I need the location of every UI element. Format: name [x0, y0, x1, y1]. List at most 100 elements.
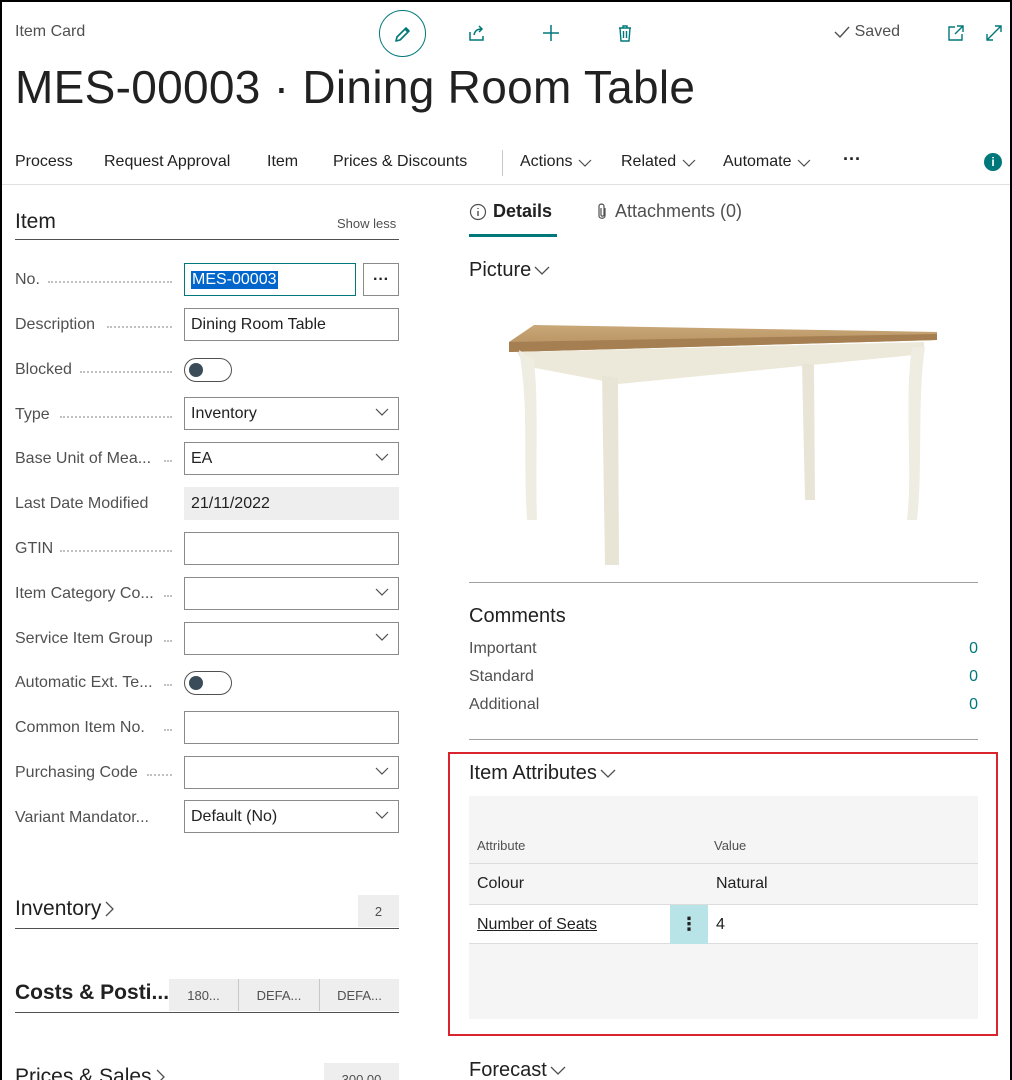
fasttab-costs-value-3: DEFA...	[319, 979, 399, 1011]
share-icon	[469, 25, 484, 41]
field-leader	[164, 640, 172, 642]
action-prices-discounts[interactable]: Prices & Discounts	[333, 153, 467, 171]
fasttab-costs-title[interactable]: Costs & Posti...	[15, 981, 169, 1005]
action-automate-menu[interactable]: Automate	[723, 153, 811, 171]
new-button[interactable]	[539, 21, 563, 45]
tab-details[interactable]: Details	[469, 201, 552, 222]
item-section-divider	[15, 239, 399, 240]
field-leader	[107, 326, 172, 328]
variant-mandatory-select[interactable]: Default (No)	[184, 800, 399, 833]
fasttab-inventory-value: 2	[358, 895, 399, 927]
field-label-purchasing-code: Purchasing Code	[15, 764, 138, 781]
comments-section-title[interactable]: Comments	[469, 605, 566, 628]
field-leader	[164, 460, 172, 462]
paperclip-icon	[598, 203, 606, 219]
field-label-service-group: Service Item Group	[15, 630, 153, 647]
more-options-icon[interactable]: ···	[843, 149, 861, 170]
delete-button[interactable]	[613, 21, 637, 45]
action-process[interactable]: Process	[15, 153, 73, 171]
chevron-down-icon	[375, 633, 389, 641]
share-button[interactable]	[465, 21, 489, 45]
open-new-window-button[interactable]	[944, 21, 968, 45]
open-new-window-icon	[948, 25, 964, 41]
action-related-menu[interactable]: Related	[621, 153, 696, 171]
info-circle-icon	[469, 203, 487, 220]
service-group-select[interactable]	[184, 622, 399, 655]
item-section-title[interactable]: Item	[15, 210, 56, 234]
field-label-blocked: Blocked	[15, 361, 72, 378]
field-leader	[164, 729, 172, 731]
forecast-section-title[interactable]: Forecast	[469, 1059, 566, 1080]
field-leader	[164, 684, 172, 686]
action-separator	[502, 150, 503, 176]
highlight-annotation-box	[448, 752, 998, 1036]
no-assist-button[interactable]: ···	[363, 263, 399, 296]
fasttab-costs-value-2: DEFA...	[238, 979, 319, 1011]
field-leader	[60, 550, 172, 552]
type-select[interactable]: Inventory	[184, 397, 399, 430]
gtin-field[interactable]	[184, 532, 399, 565]
field-leader	[60, 416, 172, 418]
field-leader	[164, 595, 172, 597]
trash-icon	[619, 25, 631, 42]
fasttab-inventory[interactable]: Inventory 2	[15, 895, 399, 929]
field-label-common-item: Common Item No.	[15, 719, 145, 736]
last-modified-field: 21/11/2022	[184, 487, 399, 520]
field-label-last-modified: Last Date Modified	[15, 495, 149, 512]
auto-ext-text-toggle[interactable]	[184, 671, 232, 695]
tab-details-underline	[469, 234, 557, 237]
picture-divider	[469, 582, 978, 583]
comment-count-link[interactable]: 0	[969, 668, 978, 686]
field-label-item-category: Item Category Co...	[15, 585, 154, 602]
field-label-variant-mandatory: Variant Mandator...	[15, 809, 149, 826]
fasttab-prices-value: 300.00	[324, 1063, 399, 1080]
comment-row-standard: Standard 0	[469, 668, 978, 686]
field-label-description: Description	[15, 316, 96, 333]
comments-divider	[469, 739, 978, 740]
chevron-down-icon	[798, 159, 811, 167]
fasttab-prices-sales[interactable]: Prices & Sales 300.00	[15, 1063, 399, 1080]
action-request-approval[interactable]: Request Approval	[104, 153, 230, 171]
plus-icon	[543, 25, 559, 41]
base-uom-select[interactable]: EA	[184, 442, 399, 475]
pencil-icon	[394, 26, 410, 42]
item-category-select[interactable]	[184, 577, 399, 610]
show-less-link[interactable]: Show less	[337, 216, 396, 231]
blocked-toggle[interactable]	[184, 358, 232, 382]
fasttab-costs-posting[interactable]: Costs & Posti... 180... DEFA... DEFA...	[15, 979, 399, 1013]
action-item[interactable]: Item	[267, 153, 298, 171]
purchasing-code-select[interactable]	[184, 756, 399, 789]
check-icon	[834, 26, 850, 39]
common-item-field[interactable]	[184, 711, 399, 744]
chevron-down-icon	[579, 159, 592, 167]
description-field[interactable]: Dining Room Table	[184, 308, 399, 341]
chevron-down-icon	[534, 266, 550, 275]
field-leader	[80, 371, 172, 373]
field-label-type: Type	[15, 406, 50, 423]
field-leader	[147, 774, 172, 776]
chevron-down-icon	[375, 408, 389, 416]
comment-row-additional: Additional 0	[469, 696, 978, 714]
no-value: MES-00003	[191, 270, 278, 289]
page-caption: Item Card	[15, 23, 86, 40]
chevron-down-icon	[375, 767, 389, 775]
saved-label: Saved	[854, 23, 900, 40]
field-label-base-uom: Base Unit of Mea...	[15, 450, 152, 467]
field-leader	[48, 281, 172, 283]
fasttab-inventory-title[interactable]: Inventory	[15, 897, 115, 921]
action-actions-menu[interactable]: Actions	[520, 153, 592, 171]
fasttab-prices-title[interactable]: Prices & Sales	[15, 1065, 165, 1080]
comment-count-link[interactable]: 0	[969, 696, 978, 714]
picture-section-title[interactable]: Picture	[469, 259, 550, 282]
chevron-right-icon	[156, 1069, 165, 1080]
comment-count-link[interactable]: 0	[969, 640, 978, 658]
saved-status: Saved	[833, 23, 900, 41]
field-label-no: No.	[15, 271, 40, 288]
no-field[interactable]: MES-00003	[184, 263, 356, 296]
chevron-down-icon	[550, 1066, 566, 1075]
edit-button[interactable]	[379, 10, 426, 57]
tab-attachments[interactable]: Attachments (0)	[595, 201, 742, 222]
fasttab-costs-value-1: 180...	[169, 979, 238, 1011]
info-icon[interactable]: i	[984, 153, 1002, 171]
expand-button[interactable]	[982, 21, 1006, 45]
